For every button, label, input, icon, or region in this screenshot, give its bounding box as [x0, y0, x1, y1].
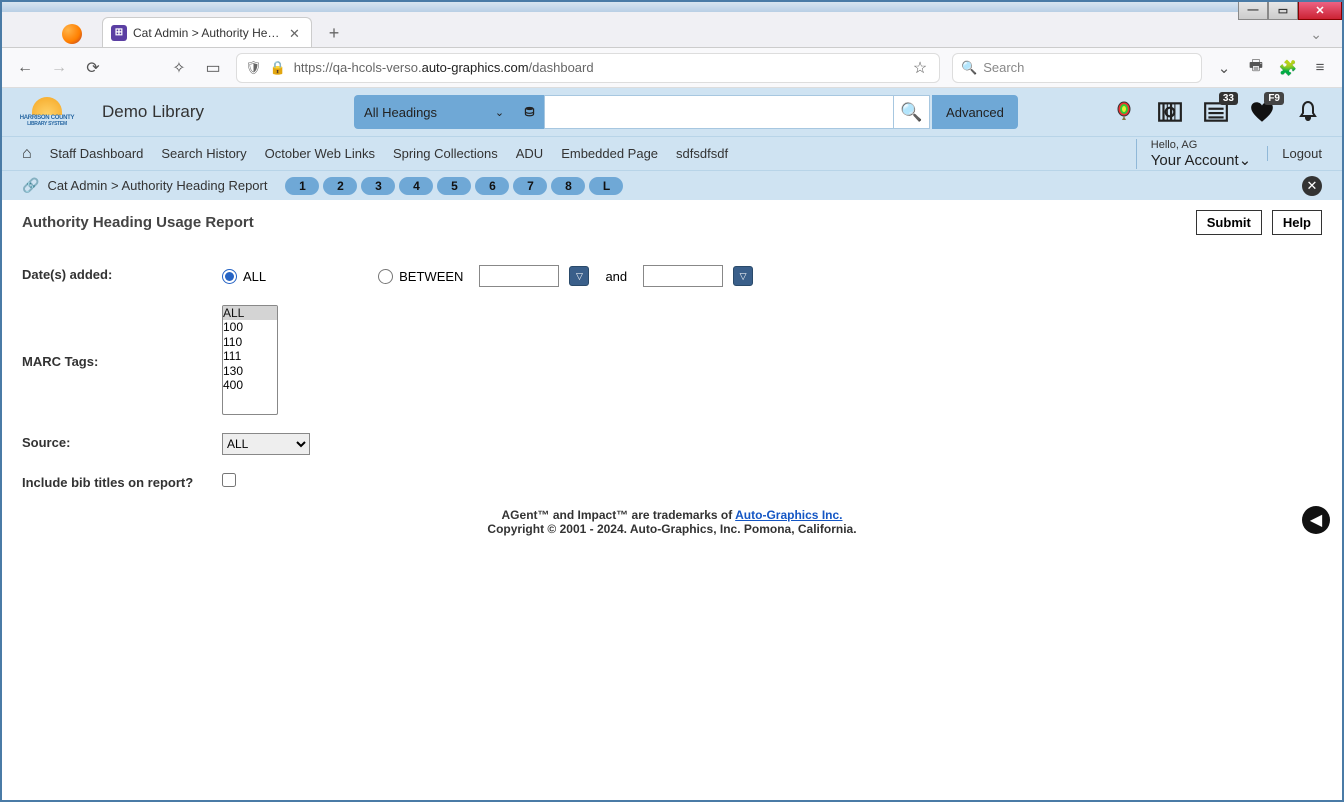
submit-button[interactable]: Submit [1196, 210, 1262, 235]
main-search-input[interactable] [544, 95, 894, 129]
marc-tags-select[interactable]: ALL 100 110 111 130 400 [222, 305, 278, 415]
logout-link[interactable]: Logout [1267, 146, 1322, 161]
tab-close-icon[interactable]: ✕ [289, 26, 303, 40]
url-text: https://qa-hcols-verso.auto-graphics.com… [294, 60, 594, 75]
tab-overflow-chevron-icon[interactable]: ⌄ [1310, 26, 1322, 43]
search-icon: 🔍 [961, 60, 977, 76]
page-pill-8[interactable]: 8 [551, 177, 585, 195]
date-to-input[interactable] [643, 265, 723, 287]
containers-icon[interactable]: ▭ [202, 57, 224, 79]
search-icon: 🔍 [900, 102, 922, 123]
page-pill-3[interactable]: 3 [361, 177, 395, 195]
footer-trademark: AGent™ and Impact™ are trademarks of Aut… [22, 508, 1322, 522]
page-pill-2[interactable]: 2 [323, 177, 357, 195]
nav-spring-collections[interactable]: Spring Collections [393, 146, 498, 161]
browser-tab[interactable]: ⊞ Cat Admin > Authority Headin... ✕ [102, 17, 312, 47]
nav-embedded-page[interactable]: Embedded Page [561, 146, 658, 161]
home-icon[interactable]: ⌂ [22, 145, 32, 163]
browser-search-box[interactable]: 🔍 Search [952, 53, 1202, 83]
headings-dropdown[interactable]: All Headings ⌄ [354, 95, 514, 129]
back-arrow-button[interactable]: ◀ [1302, 506, 1330, 534]
chevron-down-icon: ⌄ [495, 106, 504, 119]
link-icon: 🔗 [22, 177, 39, 194]
nav-staff-dashboard[interactable]: Staff Dashboard [50, 146, 144, 161]
shield-icon: 🛡 [245, 60, 262, 76]
reload-button[interactable]: ⟳ [82, 57, 104, 79]
balloon-icon[interactable] [1110, 98, 1138, 126]
dates-added-label: Date(s) added: [22, 265, 222, 282]
extension-puzzle-icon[interactable]: 🧩 [1278, 58, 1298, 78]
fkey-badge: F9 [1264, 92, 1284, 105]
url-bar[interactable]: 🛡 🔒 https://qa-hcols-verso.auto-graphics… [236, 53, 940, 83]
window-maximize-button[interactable]: ▭ [1268, 0, 1298, 20]
dates-between-label: BETWEEN [399, 269, 463, 284]
close-panel-button[interactable]: ✕ [1302, 176, 1322, 196]
new-tab-button[interactable]: + [320, 19, 348, 47]
nav-adu[interactable]: ADU [516, 146, 543, 161]
pocket-icon[interactable]: ⌄ [1214, 58, 1234, 78]
chevron-down-icon: ⌄ [1239, 152, 1252, 169]
account-dropdown[interactable]: Hello, AG Your Account⌄ [1136, 139, 1251, 169]
hello-text: Hello, AG [1151, 139, 1197, 151]
extensions-icon[interactable]: ✧ [168, 57, 190, 79]
back-button[interactable]: ← [14, 57, 36, 79]
marc-tags-label: MARC Tags: [22, 352, 222, 369]
page-pill-last[interactable]: L [589, 177, 623, 195]
list-icon[interactable]: 33 [1202, 98, 1230, 126]
tab-favicon: ⊞ [111, 25, 127, 41]
and-label: and [605, 269, 627, 284]
nav-search-history[interactable]: Search History [161, 146, 246, 161]
forward-button[interactable]: → [48, 57, 70, 79]
dates-between-radio[interactable] [378, 269, 393, 284]
date-from-picker-button[interactable] [569, 266, 589, 286]
search-placeholder: Search [983, 60, 1024, 75]
library-logo: HARRISON COUNTY LIBRARY SYSTEM [12, 92, 82, 132]
site-name: Demo Library [102, 102, 204, 122]
firefox-icon [62, 24, 82, 44]
window-close-button[interactable]: ✕ [1298, 0, 1342, 20]
footer-copyright: Copyright © 2001 - 2024. Auto-Graphics, … [22, 522, 1322, 536]
breadcrumb: Cat Admin > Authority Heading Report [47, 178, 267, 193]
source-label: Source: [22, 433, 222, 450]
advanced-search-button[interactable]: Advanced [932, 95, 1018, 129]
page-pill-4[interactable]: 4 [399, 177, 433, 195]
bell-icon[interactable] [1294, 98, 1322, 126]
notifications-badge: 33 [1219, 92, 1238, 105]
date-to-picker-button[interactable] [733, 266, 753, 286]
auto-graphics-link[interactable]: Auto-Graphics Inc. [735, 508, 842, 522]
page-pill-1[interactable]: 1 [285, 177, 319, 195]
include-bib-label: Include bib titles on report? [22, 473, 222, 490]
tab-title: Cat Admin > Authority Headin... [133, 26, 285, 40]
print-icon[interactable]: 🖶 [1246, 58, 1266, 78]
bookmark-star-icon[interactable]: ☆ [909, 57, 931, 79]
date-from-input[interactable] [479, 265, 559, 287]
page-title: Authority Heading Usage Report [22, 214, 254, 231]
help-button[interactable]: Help [1272, 210, 1322, 235]
dates-all-radio[interactable] [222, 269, 237, 284]
window-minimize-button[interactable]: — [1238, 0, 1268, 20]
heart-icon[interactable]: F9 [1248, 98, 1276, 126]
scanner-icon[interactable] [1156, 98, 1184, 126]
main-search-button[interactable]: 🔍 [894, 95, 930, 129]
dates-all-label: ALL [243, 269, 266, 284]
hamburger-menu-icon[interactable]: ≡ [1310, 58, 1330, 78]
nav-misc[interactable]: sdfsdfsdf [676, 146, 728, 161]
include-bib-checkbox[interactable] [222, 473, 236, 487]
database-icon[interactable] [514, 95, 544, 129]
page-pill-6[interactable]: 6 [475, 177, 509, 195]
page-pill-7[interactable]: 7 [513, 177, 547, 195]
page-pill-5[interactable]: 5 [437, 177, 471, 195]
nav-october-web-links[interactable]: October Web Links [265, 146, 375, 161]
lock-icon: 🔒 [270, 60, 286, 76]
source-select[interactable]: ALL [222, 433, 310, 455]
